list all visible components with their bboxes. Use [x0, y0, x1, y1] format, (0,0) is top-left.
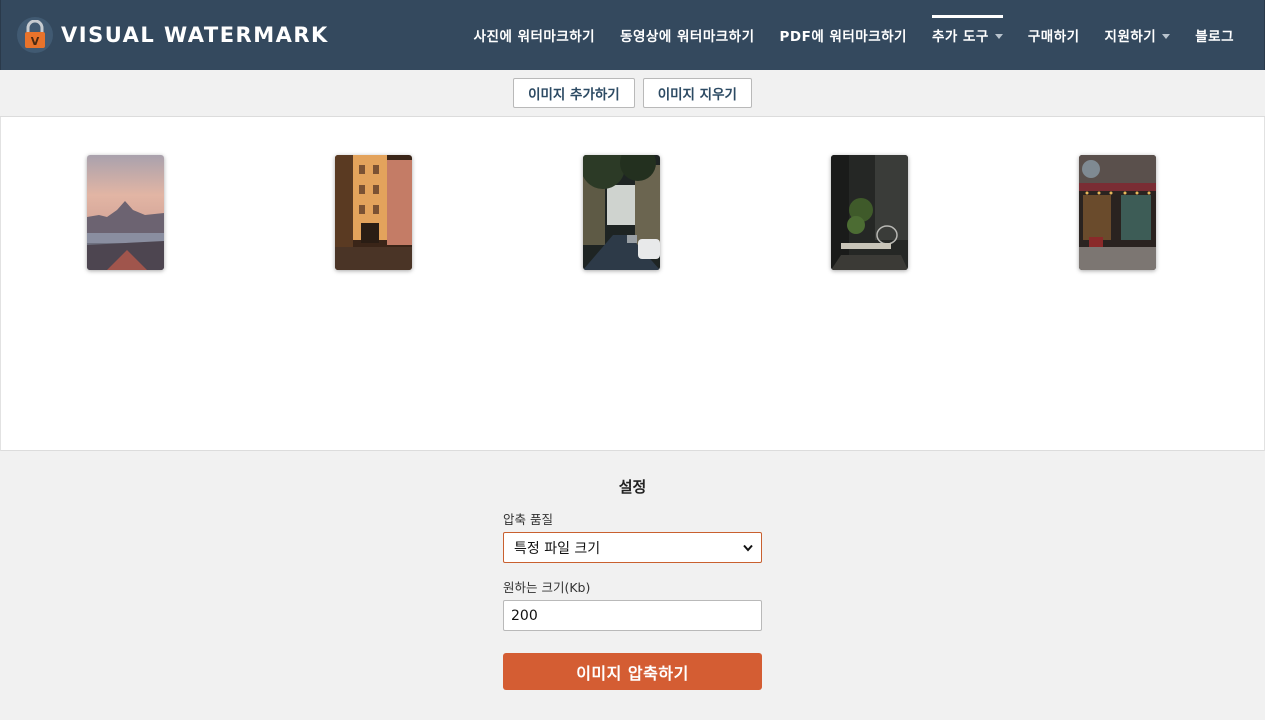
image-thumbnail[interactable]	[831, 155, 908, 270]
nav-blog[interactable]: 블로그	[1195, 0, 1234, 70]
nav-watermark-photos[interactable]: 사진에 워터마크하기	[474, 0, 595, 70]
main-nav: 사진에 워터마크하기 동영상에 워터마크하기 PDF에 워터마크하기 추가 도구…	[449, 0, 1234, 70]
nav-label: PDF에 워터마크하기	[779, 29, 907, 45]
image-thumbnail[interactable]	[583, 155, 660, 270]
svg-text:V: V	[31, 35, 40, 48]
quality-label: 압축 품질	[503, 512, 553, 527]
image-thumbnail[interactable]	[335, 155, 412, 270]
nav-watermark-pdf[interactable]: PDF에 워터마크하기	[780, 0, 907, 70]
nav-support[interactable]: 지원하기	[1105, 0, 1171, 70]
nav-buy[interactable]: 구매하기	[1028, 0, 1080, 70]
nav-label: 지원하기	[1104, 29, 1157, 45]
compress-images-button[interactable]: 이미지 압축하기	[503, 653, 762, 690]
nav-more-tools[interactable]: 추가 도구	[931, 0, 1003, 70]
brand-name: VISUAL WATERMARK	[61, 23, 329, 47]
nav-label: 구매하기	[1027, 29, 1080, 45]
settings-panel: 설정 압축 품질 특정 파일 크기 원하는 크기(Kb) 200 이미지 압축하…	[0, 451, 1265, 720]
chevron-down-icon	[743, 544, 753, 552]
image-thumbnail[interactable]	[1079, 155, 1156, 270]
settings-title: 설정	[618, 478, 647, 496]
brand-logo[interactable]: V VISUAL WATERMARK	[17, 14, 329, 56]
nav-label: 사진에 워터마크하기	[473, 29, 596, 45]
target-size-label: 원하는 크기(Kb)	[503, 580, 591, 595]
caret-down-icon	[994, 34, 1003, 39]
image-toolbar: 이미지 추가하기 이미지 지우기	[0, 70, 1265, 117]
quality-select[interactable]: 특정 파일 크기	[503, 532, 762, 563]
add-images-button[interactable]: 이미지 추가하기	[513, 78, 635, 108]
image-thumbnail[interactable]	[87, 155, 164, 270]
nav-label: 추가 도구	[931, 29, 989, 45]
target-size-input[interactable]: 200	[503, 600, 762, 631]
quality-select-value: 특정 파일 크기	[514, 540, 601, 557]
clear-images-button[interactable]: 이미지 지우기	[642, 78, 752, 108]
nav-label: 블로그	[1195, 29, 1234, 45]
padlock-icon: V	[17, 17, 53, 53]
nav-label: 동영상에 워터마크하기	[620, 29, 755, 45]
nav-watermark-videos[interactable]: 동영상에 워터마크하기	[620, 0, 754, 70]
image-gallery	[0, 117, 1265, 451]
caret-down-icon	[1162, 34, 1171, 39]
top-navigation-bar: V VISUAL WATERMARK 사진에 워터마크하기 동영상에 워터마크하…	[0, 0, 1265, 70]
